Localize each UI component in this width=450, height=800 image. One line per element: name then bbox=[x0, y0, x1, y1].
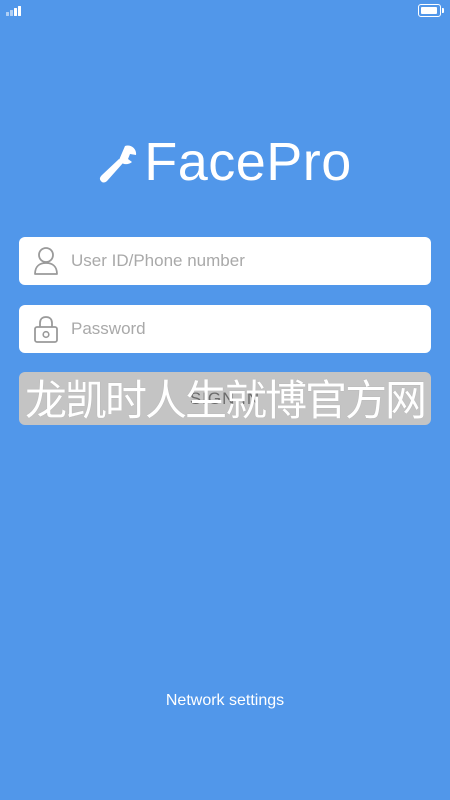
user-icon bbox=[33, 246, 59, 276]
user-id-input[interactable] bbox=[71, 237, 431, 285]
network-settings-link[interactable]: Network settings bbox=[0, 690, 450, 712]
lock-icon bbox=[33, 314, 59, 344]
sign-in-button[interactable]: SIGN IN bbox=[19, 372, 431, 425]
user-id-field[interactable] bbox=[19, 237, 431, 285]
logo-text: FacePro bbox=[144, 132, 352, 192]
password-field[interactable] bbox=[19, 305, 431, 353]
password-input[interactable] bbox=[71, 305, 431, 353]
signal-icon bbox=[6, 6, 21, 16]
app-logo: FacePro bbox=[0, 130, 450, 194]
battery-icon bbox=[418, 4, 444, 17]
wrench-icon bbox=[100, 145, 137, 183]
status-bar bbox=[0, 0, 450, 22]
